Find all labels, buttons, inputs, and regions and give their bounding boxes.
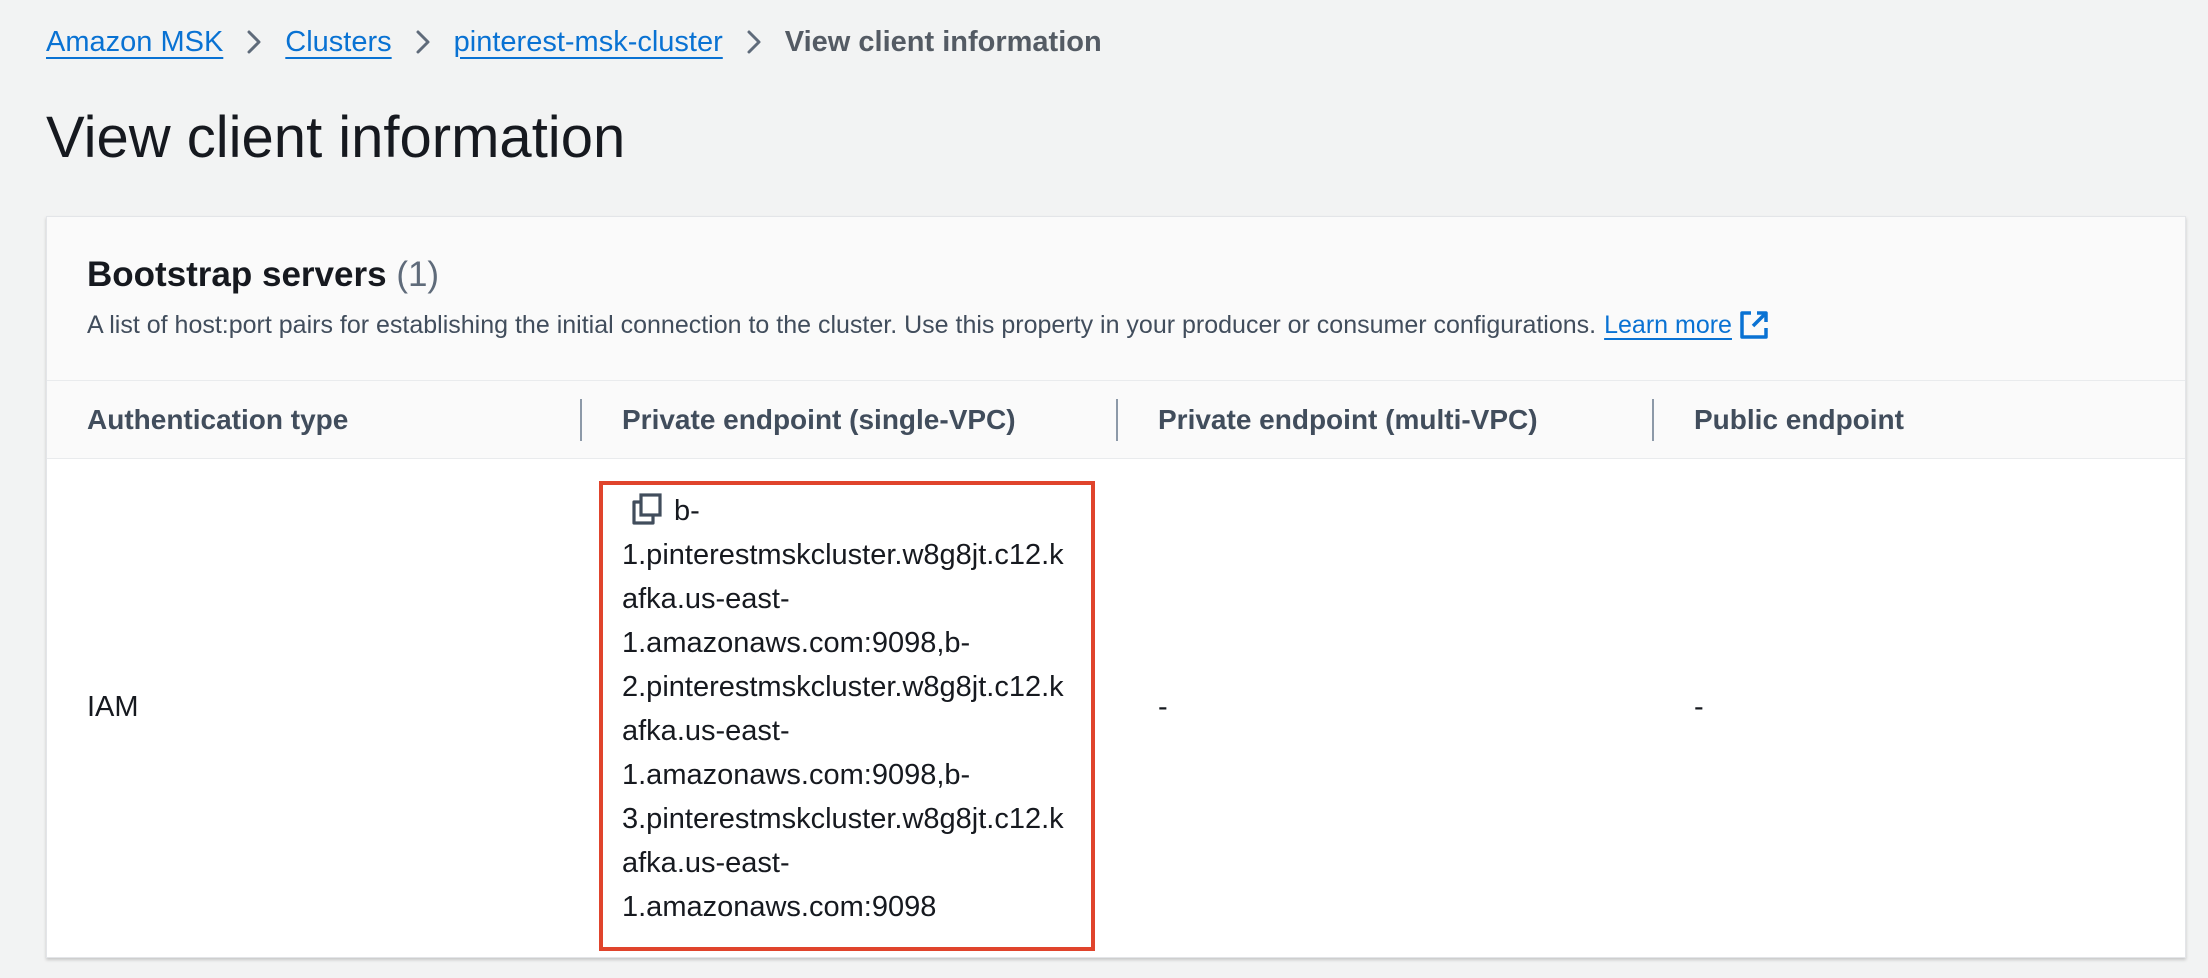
chevron-right-icon (723, 22, 785, 62)
endpoint-line: 1.amazonaws.com:9098,b- (622, 759, 971, 791)
panel-title-text: Bootstrap servers (87, 255, 387, 294)
panel-item-count: (1) (396, 255, 440, 294)
chevron-right-icon (223, 22, 285, 62)
endpoint-line: afka.us-east- (622, 847, 790, 879)
table-header: Authentication type Private endpoint (si… (47, 381, 2185, 459)
column-header-private-multi-vpc: Private endpoint (multi-VPC) (1158, 404, 1538, 435)
private-single-vpc-endpoint: b- 1.pinterestmskcluster.w8g8jt.c12.k af… (622, 489, 1092, 929)
column-divider (1116, 399, 1118, 441)
panel-description: A list of host:port pairs for establishi… (87, 309, 1770, 341)
endpoint-line: 3.pinterestmskcluster.w8g8jt.c12.k (622, 803, 1064, 835)
endpoint-line: 1.pinterestmskcluster.w8g8jt.c12.k (622, 539, 1064, 571)
bootstrap-servers-panel: Bootstrap servers (1) A list of host:por… (46, 216, 2186, 958)
endpoint-line: b- (674, 495, 700, 527)
panel-description-text: A list of host:port pairs for establishi… (87, 310, 1597, 339)
endpoint-line: afka.us-east- (622, 583, 790, 615)
breadcrumb: Amazon MSK Clusters pinterest-msk-cluste… (46, 22, 1102, 62)
column-divider (580, 399, 582, 441)
auth-type-cell: IAM (87, 691, 139, 723)
learn-more-link[interactable]: Learn more (1604, 311, 1732, 340)
column-header-private-single-vpc: Private endpoint (single-VPC) (622, 404, 1016, 435)
panel-title: Bootstrap servers (1) (87, 255, 439, 295)
breadcrumb-current: View client information (784, 25, 1102, 58)
page-title: View client information (46, 105, 626, 170)
breadcrumb-clusters[interactable]: Clusters (285, 26, 391, 59)
endpoint-line: 1.amazonaws.com:9098 (622, 891, 937, 923)
column-divider (1652, 399, 1654, 441)
endpoint-line: 2.pinterestmskcluster.w8g8jt.c12.k (622, 671, 1064, 703)
chevron-right-icon (392, 22, 454, 62)
column-header-authentication-type: Authentication type (87, 404, 349, 435)
column-header-public-endpoint: Public endpoint (1694, 404, 1904, 435)
copy-icon[interactable] (630, 492, 664, 526)
breadcrumb-amazon-msk[interactable]: Amazon MSK (46, 26, 223, 59)
private-multi-vpc-endpoint: - (1158, 691, 1168, 723)
public-endpoint: - (1694, 691, 1704, 723)
endpoint-line: afka.us-east- (622, 715, 790, 747)
breadcrumb-cluster-name[interactable]: pinterest-msk-cluster (454, 26, 723, 59)
external-link-icon[interactable] (1738, 309, 1770, 341)
endpoint-line: 1.amazonaws.com:9098,b- (622, 627, 971, 659)
panel-header: Bootstrap servers (1) A list of host:por… (47, 217, 2185, 381)
